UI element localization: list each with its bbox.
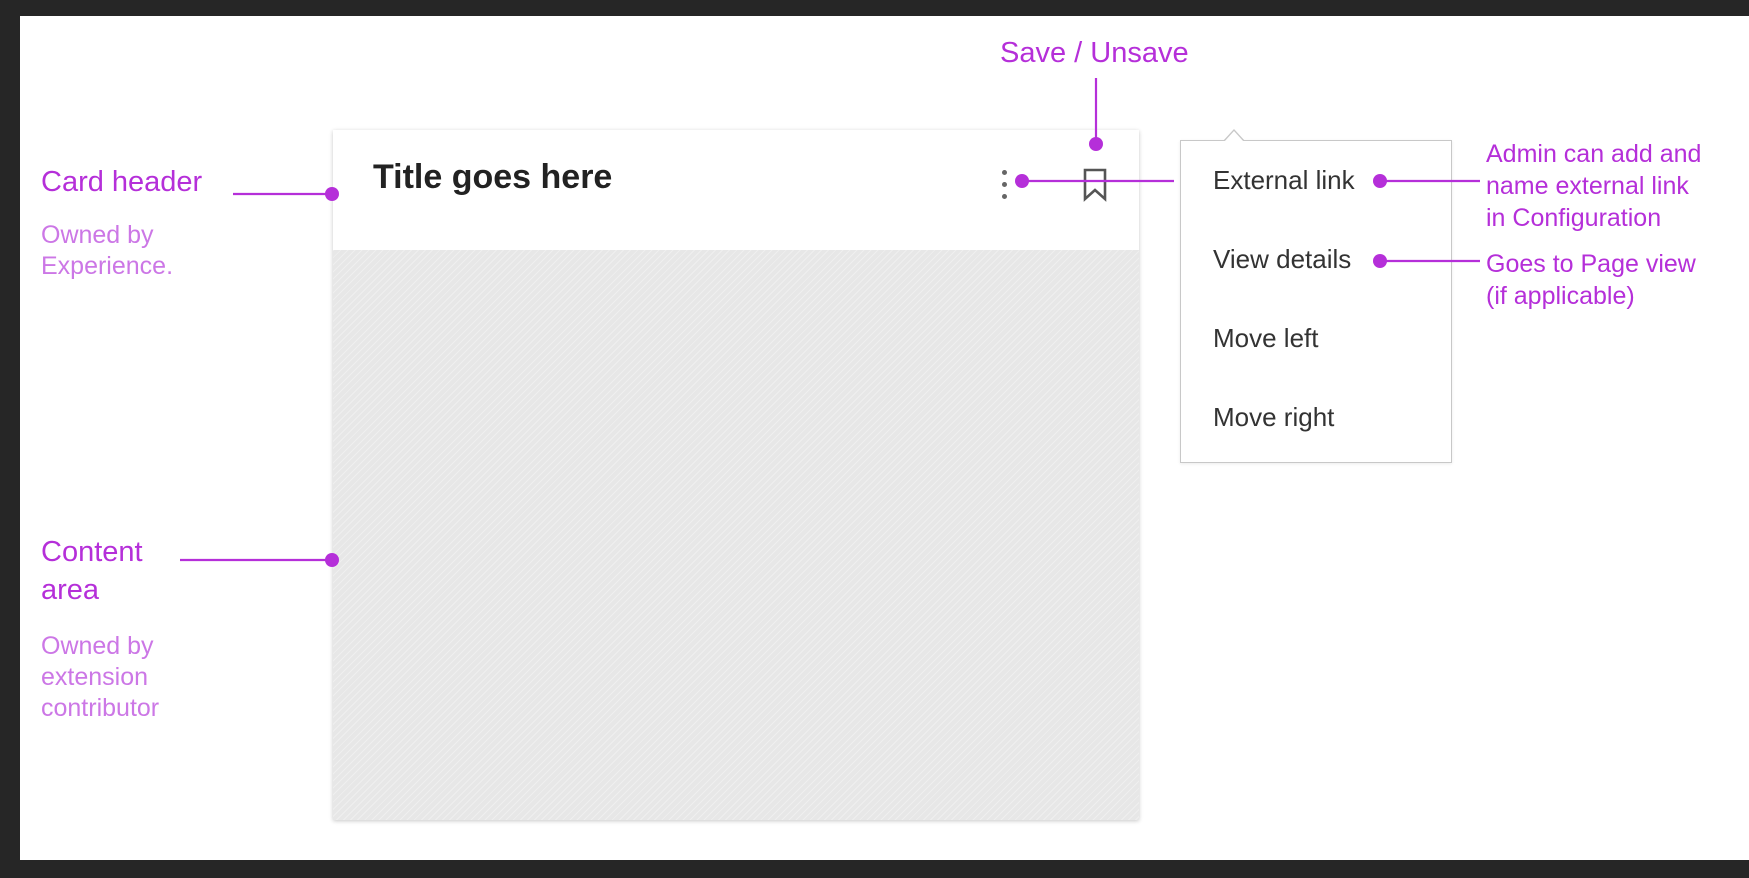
annotation-card-header-title: Card header — [41, 166, 203, 198]
annotation-card-header-owner: Owned by Experience. — [41, 221, 174, 280]
annotation-view-details: Goes to Page view (if applicable) — [1486, 250, 1696, 310]
dot-save — [1089, 137, 1103, 151]
dot-kebab — [1015, 174, 1029, 188]
dot-view-details — [1373, 254, 1387, 268]
annotation-save-unsave: Save / Unsave — [1000, 37, 1189, 69]
annotation-content-area-owner: Owned by extension contributor — [41, 632, 160, 722]
dot-card-header — [325, 187, 339, 201]
annotation-content-area-title: Content area — [41, 536, 143, 606]
annotation-external-link: Admin can add and name external link in … — [1486, 140, 1702, 232]
dot-external-link — [1373, 174, 1387, 188]
dot-content-area — [325, 553, 339, 567]
diagram-canvas: Title goes here External link View detai… — [20, 16, 1749, 860]
